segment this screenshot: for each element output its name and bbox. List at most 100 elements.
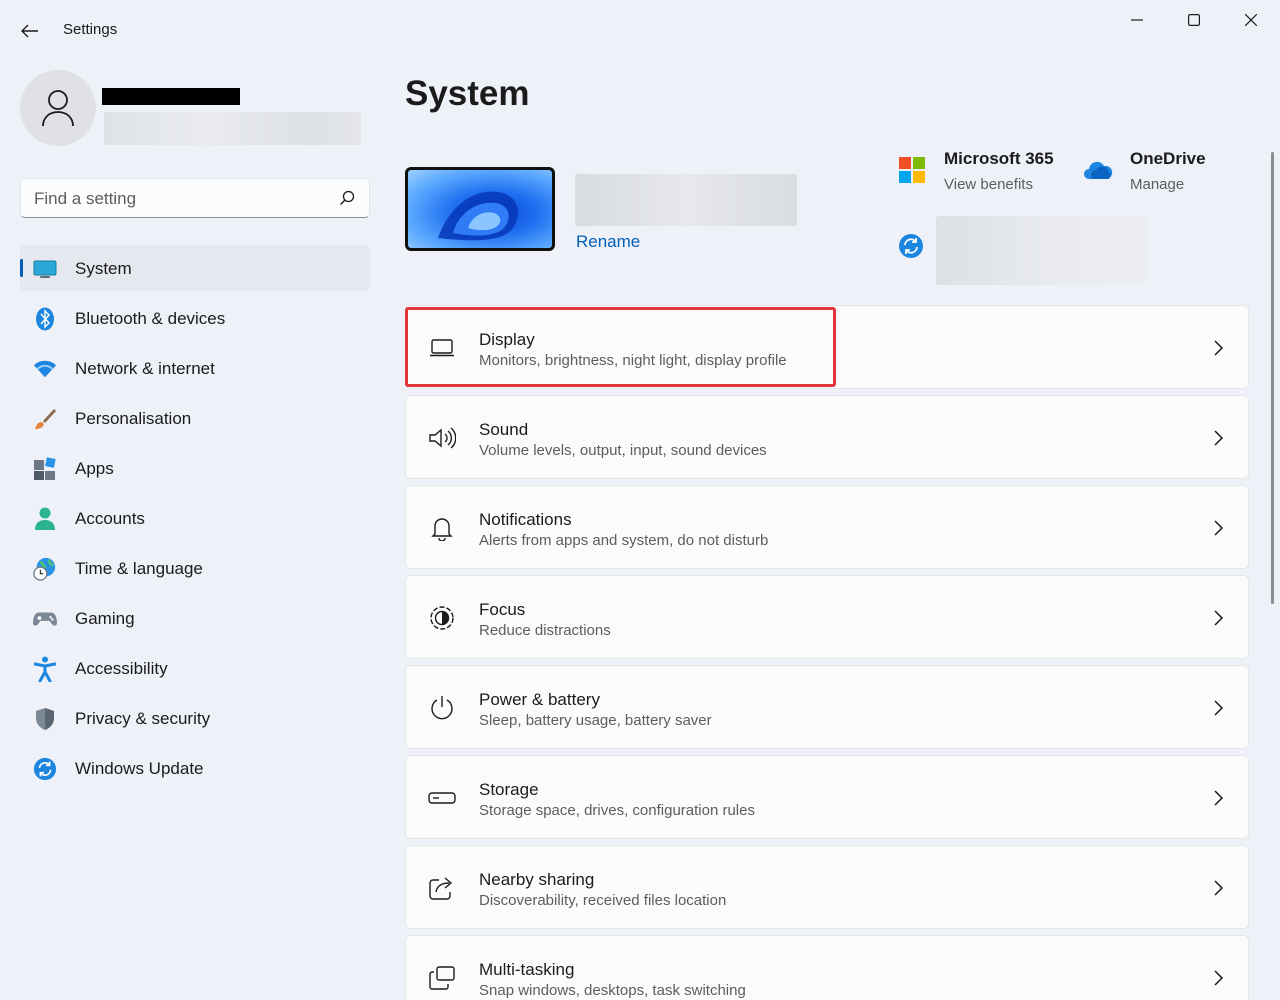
sidebar-item-label: Gaming: [75, 609, 135, 628]
search-box[interactable]: [20, 178, 370, 218]
wifi-icon: [33, 357, 57, 381]
card-subtitle: Reduce distractions: [479, 622, 611, 639]
card-focus[interactable]: Focus Reduce distractions: [405, 575, 1249, 659]
title-bar: Settings: [0, 0, 1280, 60]
chevron-right-icon: [1214, 610, 1224, 626]
card-subtitle: Snap windows, desktops, task switching: [479, 982, 746, 999]
sidebar-item-label: Personalisation: [75, 409, 192, 428]
blurred-device-name: [575, 174, 797, 226]
brush-icon: [33, 407, 57, 431]
card-title: Focus: [479, 600, 526, 619]
microsoft-logo-icon: [899, 157, 925, 183]
close-icon: [1245, 14, 1257, 26]
sidebar-item-network[interactable]: Network & internet: [20, 345, 370, 391]
sidebar-item-label: System: [75, 259, 132, 278]
multitask-icon: [428, 965, 456, 991]
sidebar-item-personalisation[interactable]: Personalisation: [20, 395, 370, 441]
blurred-sync-status: [936, 216, 1146, 285]
sidebar-item-accounts[interactable]: Accounts: [20, 495, 370, 541]
card-title: Nearby sharing: [479, 870, 595, 889]
chevron-right-icon: [1214, 790, 1224, 806]
sidebar-item-gaming[interactable]: Gaming: [20, 595, 370, 641]
chevron-right-icon: [1214, 520, 1224, 536]
card-title: Sound: [479, 420, 529, 439]
accounts-person-icon: [33, 507, 57, 531]
onedrive-subtitle[interactable]: Manage: [1130, 176, 1184, 193]
sidebar-item-windows-update[interactable]: Windows Update: [20, 745, 370, 791]
globe-clock-icon: [33, 557, 57, 581]
card-subtitle: Discoverability, received files location: [479, 892, 727, 909]
sidebar-item-bluetooth[interactable]: Bluetooth & devices: [20, 295, 370, 341]
card-subtitle: Alerts from apps and system, do not dist…: [479, 532, 769, 549]
chevron-right-icon: [1214, 970, 1224, 986]
sidebar-item-label: Apps: [75, 459, 114, 478]
back-button[interactable]: [14, 17, 46, 45]
sidebar-item-time-language[interactable]: Time & language: [20, 545, 370, 591]
card-title: Multi-tasking: [479, 960, 575, 979]
share-icon: [428, 875, 456, 901]
card-title: Storage: [479, 780, 539, 799]
apps-icon: [33, 457, 57, 481]
card-display[interactable]: Display Monitors, brightness, night ligh…: [405, 305, 1249, 389]
onedrive-tile[interactable]: OneDrive Manage: [1083, 148, 1233, 198]
avatar[interactable]: [20, 70, 96, 146]
shield-icon: [33, 707, 57, 731]
card-subtitle: Sleep, battery usage, battery saver: [479, 712, 712, 729]
maximize-icon: [1188, 14, 1200, 26]
update-icon: [33, 757, 57, 781]
minimize-button[interactable]: [1117, 6, 1157, 34]
sidebar-item-privacy[interactable]: Privacy & security: [20, 695, 370, 741]
speaker-icon: [428, 425, 456, 451]
close-button[interactable]: [1231, 6, 1271, 34]
sync-icon: [899, 234, 923, 258]
rename-link[interactable]: Rename: [576, 232, 640, 252]
sidebar-item-label: Windows Update: [75, 759, 204, 778]
windows-bloom-icon: [438, 191, 518, 241]
microsoft-365-tile[interactable]: Microsoft 365 View benefits: [897, 148, 1077, 198]
card-subtitle: Volume levels, output, input, sound devi…: [479, 442, 767, 459]
sidebar-item-label: Network & internet: [75, 359, 215, 378]
bluetooth-icon: [33, 307, 57, 331]
microsoft-365-title: Microsoft 365: [944, 149, 1054, 168]
maximize-button[interactable]: [1174, 6, 1214, 34]
chevron-right-icon: [1214, 700, 1224, 716]
sidebar-item-apps[interactable]: Apps: [20, 445, 370, 491]
focus-icon: [428, 605, 456, 631]
card-power-battery[interactable]: Power & battery Sleep, battery usage, ba…: [405, 665, 1249, 749]
accessibility-icon: [33, 656, 57, 682]
page-title: System: [405, 74, 530, 113]
device-wallpaper-thumbnail: [405, 167, 555, 251]
person-icon: [42, 90, 74, 127]
sidebar-item-label: Time & language: [75, 559, 203, 578]
card-subtitle: Storage space, drives, configuration rul…: [479, 802, 755, 819]
app-title: Settings: [63, 21, 118, 38]
blurred-user-email: [104, 112, 361, 145]
microsoft-365-subtitle[interactable]: View benefits: [944, 176, 1033, 193]
back-arrow-icon: [21, 24, 38, 38]
minimize-icon: [1131, 19, 1143, 21]
card-title: Notifications: [479, 510, 572, 529]
card-nearby-sharing[interactable]: Nearby sharing Discoverability, received…: [405, 845, 1249, 929]
onedrive-cloud-icon: [1084, 161, 1113, 179]
card-notifications[interactable]: Notifications Alerts from apps and syste…: [405, 485, 1249, 569]
scrollbar[interactable]: [1271, 152, 1274, 604]
sidebar-item-label: Accounts: [75, 509, 145, 528]
card-multitasking[interactable]: Multi-tasking Snap windows, desktops, ta…: [405, 935, 1249, 1000]
card-title: Power & battery: [479, 690, 600, 709]
chevron-right-icon: [1214, 340, 1224, 356]
card-title: Display: [479, 330, 535, 349]
sidebar-item-accessibility[interactable]: Accessibility: [20, 645, 370, 691]
card-sound[interactable]: Sound Volume levels, output, input, soun…: [405, 395, 1249, 479]
sidebar-item-label: Bluetooth & devices: [75, 309, 226, 328]
settings-list: Display Monitors, brightness, night ligh…: [405, 305, 1249, 1000]
search-icon[interactable]: [339, 190, 355, 206]
laptop-icon: [428, 335, 456, 361]
power-icon: [428, 695, 456, 721]
storage-icon: [428, 785, 456, 811]
gamepad-icon: [33, 607, 57, 631]
chevron-right-icon: [1214, 880, 1224, 896]
sidebar-item-label: Privacy & security: [75, 709, 211, 728]
search-input[interactable]: [34, 188, 334, 210]
sidebar-item-system[interactable]: System: [20, 245, 370, 291]
card-storage[interactable]: Storage Storage space, drives, configura…: [405, 755, 1249, 839]
